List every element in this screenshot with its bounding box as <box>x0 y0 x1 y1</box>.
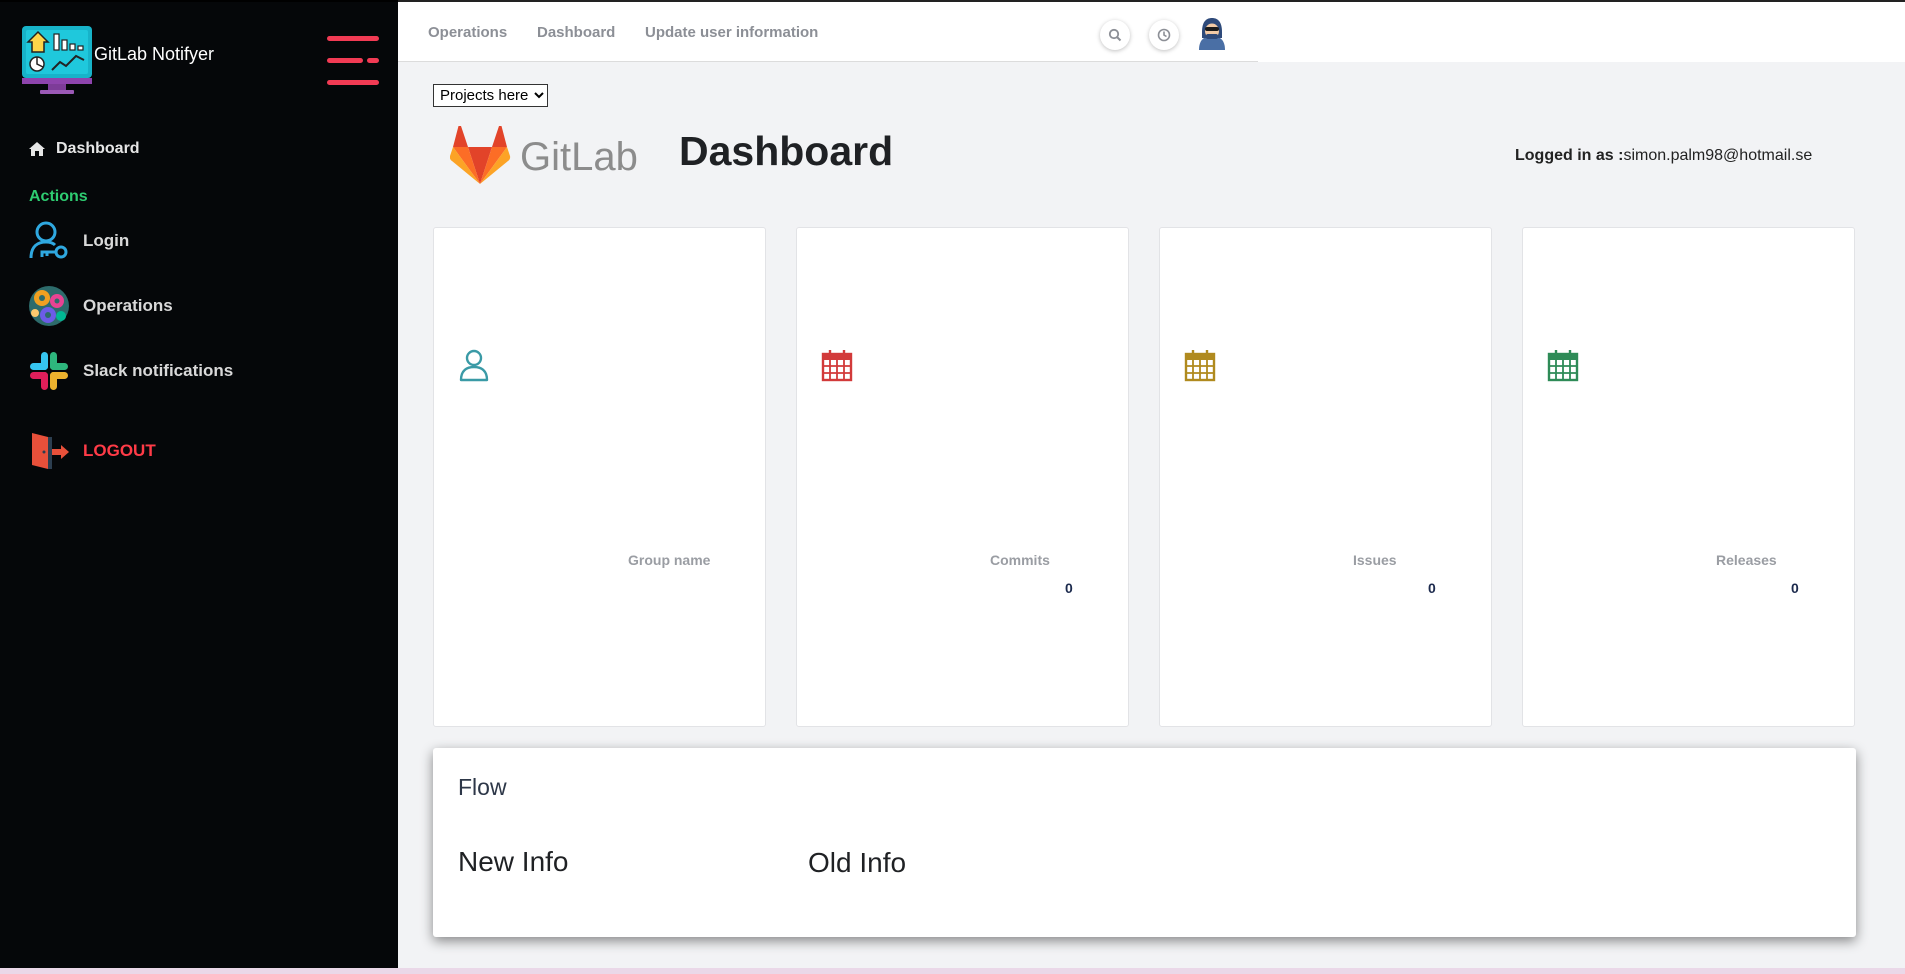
stat-card-issues: Issues 0 <box>1159 227 1492 727</box>
hamburger-dot <box>367 58 379 63</box>
door-exit-icon <box>32 433 69 469</box>
sidebar: GitLab Notifyer Dashboard Actions Login <box>0 0 398 974</box>
flow-new-info: New Info <box>458 846 569 877</box>
stat-card-commits: Commits 0 <box>796 227 1129 727</box>
sidebar-item-dashboard[interactable]: Dashboard <box>28 140 140 158</box>
calendar-icon <box>1547 350 1579 382</box>
flow-old-info: Old Info <box>808 847 907 878</box>
home-icon <box>29 142 45 156</box>
sidebar-item-label: Operations <box>83 296 173 315</box>
logged-in-label: Logged in as : <box>1515 147 1624 164</box>
brand-title: GitLab Notifyer <box>94 44 215 64</box>
flow-title: Flow <box>458 774 507 800</box>
sidebar-item-label: Slack notifications <box>83 361 234 380</box>
sidebar-item-label: Dashboard <box>56 140 140 157</box>
window-bottom-strip <box>0 968 1905 974</box>
hacker-avatar-icon[interactable] <box>1195 16 1229 52</box>
card-value: 0 <box>1065 580 1073 596</box>
sidebar-item-slack-notifications[interactable]: Slack notifications <box>28 350 233 392</box>
search-icon <box>1108 28 1122 42</box>
clock-icon <box>1157 28 1171 42</box>
history-button[interactable] <box>1149 20 1179 50</box>
sidebar-item-logout[interactable]: LOGOUT <box>28 430 156 472</box>
monitor-dashboard-icon <box>22 26 92 94</box>
top-navbar: Operations Dashboard Update user informa… <box>398 2 1258 62</box>
topnav-link-operations[interactable]: Operations <box>428 24 507 41</box>
stat-card-group-name: Group name <box>433 227 766 727</box>
flow-panel: Flow New Info Old Info <box>433 748 1856 937</box>
search-button[interactable] <box>1100 20 1130 50</box>
stat-card-releases: Releases 0 <box>1522 227 1855 727</box>
sidebar-item-login[interactable]: Login <box>28 220 129 262</box>
logged-in-info: Logged in as :simon.palm98@hotmail.se <box>1515 147 1812 165</box>
top-navbar-extension <box>1258 2 1905 62</box>
calendar-icon <box>1184 350 1216 382</box>
gitlab-tanuki-icon <box>450 126 511 184</box>
card-value: 0 <box>1791 580 1799 596</box>
logged-in-email: simon.palm98@hotmail.se <box>1623 147 1813 164</box>
card-label: Releases <box>1716 552 1777 568</box>
topnav-link-update-user-information[interactable]: Update user information <box>645 24 818 41</box>
hamburger-menu-button[interactable] <box>327 36 379 86</box>
project-select[interactable]: Projects here <box>433 84 548 107</box>
user-key-icon <box>29 221 68 259</box>
calendar-icon <box>821 350 853 382</box>
sidebar-item-operations[interactable]: Operations <box>28 285 173 327</box>
topnav-link-dashboard[interactable]: Dashboard <box>537 24 615 41</box>
hamburger-line <box>327 36 379 41</box>
page-title: Dashboard <box>679 128 894 174</box>
sidebar-item-label: Login <box>83 231 130 250</box>
card-value: 0 <box>1428 580 1436 596</box>
sidebar-item-label: LOGOUT <box>83 441 156 460</box>
gears-icon <box>29 286 69 326</box>
gitlab-logo: GitLab <box>450 126 638 184</box>
slack-icon <box>30 352 68 390</box>
card-label: Issues <box>1353 552 1397 568</box>
actions-heading: Actions <box>29 188 88 205</box>
hamburger-line <box>327 80 379 85</box>
brand[interactable]: GitLab Notifyer <box>20 24 214 96</box>
user-outline-icon <box>459 349 489 382</box>
gitlab-logo-text: GitLab <box>520 135 638 179</box>
card-label: Group name <box>628 552 711 568</box>
hamburger-line <box>327 58 363 63</box>
card-label: Commits <box>990 552 1050 568</box>
